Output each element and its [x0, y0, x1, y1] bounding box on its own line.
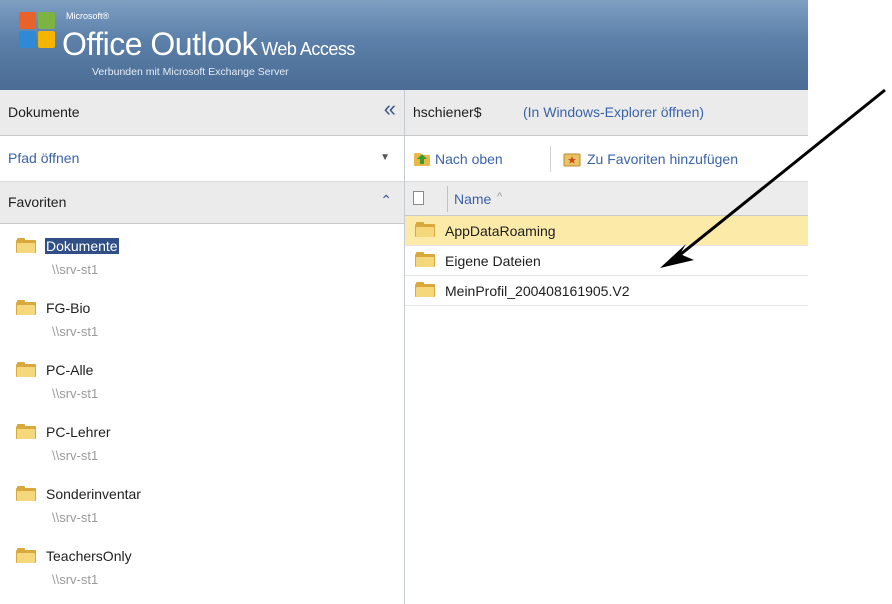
- favorites-header: Favoriten ⌃: [0, 182, 404, 224]
- content-pane: hschiener$ (In Windows-Explorer öffnen) …: [405, 90, 808, 604]
- file-row[interactable]: MeinProfil_200408161905.V2: [405, 276, 808, 306]
- favorite-name[interactable]: FG-Bio: [45, 300, 91, 316]
- folder-icon: [16, 362, 36, 377]
- favorite-item-sonderinventar[interactable]: Sonderinventar \\srv-st1: [0, 472, 404, 534]
- favorites-title: Favoriten: [8, 194, 67, 210]
- open-path-link[interactable]: Pfad öffnen: [8, 150, 79, 166]
- favorite-server: \\srv-st1: [52, 324, 99, 339]
- current-path: hschiener$: [413, 104, 482, 120]
- favorite-server: \\srv-st1: [52, 448, 99, 463]
- toolbar-separator: [550, 146, 551, 172]
- favorite-server: \\srv-st1: [52, 262, 99, 277]
- folder-icon: [16, 300, 36, 315]
- favorite-name[interactable]: Dokumente: [45, 238, 119, 254]
- favorite-server: \\srv-st1: [52, 572, 99, 587]
- favorite-name[interactable]: PC-Alle: [45, 362, 94, 378]
- up-label[interactable]: Nach oben: [435, 151, 503, 167]
- path-header: hschiener$ (In Windows-Explorer öffnen): [405, 90, 808, 136]
- column-header: Name ^: [405, 182, 808, 216]
- file-name[interactable]: MeinProfil_200408161905.V2: [445, 283, 629, 299]
- folder-icon: [16, 486, 36, 501]
- up-button[interactable]: Nach oben: [413, 148, 503, 170]
- header-banner: Microsoft® Office Outlook Web Access Verb…: [0, 0, 808, 90]
- product-title: Office Outlook Web Access: [62, 26, 355, 63]
- sort-ascending-icon[interactable]: ^: [497, 191, 502, 203]
- documents-header: Dokumente «: [0, 90, 404, 136]
- favorite-name[interactable]: TeachersOnly: [45, 548, 133, 564]
- favorite-item-pc-lehrer[interactable]: PC-Lehrer \\srv-st1: [0, 410, 404, 472]
- collapse-pane-icon[interactable]: «: [384, 98, 396, 120]
- favorites-list: Dokumente \\srv-st1 FG-Bio \\srv-st1 PC-…: [0, 224, 404, 596]
- office-logo-icon: [19, 12, 57, 50]
- add-to-favorites-button[interactable]: Zu Favoriten hinzufügen: [563, 148, 738, 170]
- favorite-name[interactable]: Sonderinventar: [45, 486, 142, 502]
- document-icon: [413, 191, 424, 205]
- column-separator: [447, 186, 448, 212]
- favorite-name[interactable]: PC-Lehrer: [45, 424, 112, 440]
- favorite-item-fg-bio[interactable]: FG-Bio \\srv-st1: [0, 286, 404, 348]
- favorite-server: \\srv-st1: [52, 386, 99, 401]
- connection-status: Verbunden mit Microsoft Exchange Server: [92, 66, 289, 78]
- favorite-item-teachersonly[interactable]: TeachersOnly \\srv-st1: [0, 534, 404, 596]
- toolbar: Nach oben Zu Favoriten hinzufügen: [405, 136, 808, 182]
- microsoft-label: Microsoft®: [66, 11, 110, 21]
- folder-icon: [415, 222, 435, 237]
- file-name[interactable]: Eigene Dateien: [445, 253, 541, 269]
- favorite-star-icon: [563, 151, 581, 167]
- add-to-favorites-label[interactable]: Zu Favoriten hinzufügen: [587, 151, 738, 167]
- product-suffix: Web Access: [261, 39, 355, 59]
- folder-icon: [16, 548, 36, 563]
- open-path-row[interactable]: Pfad öffnen ▼: [0, 136, 404, 182]
- documents-title: Dokumente: [8, 104, 80, 120]
- favorite-item-dokumente[interactable]: Dokumente \\srv-st1: [0, 224, 404, 286]
- chevron-down-icon[interactable]: ▼: [380, 152, 390, 163]
- file-row[interactable]: AppDataRoaming: [405, 216, 808, 246]
- navigation-pane: Dokumente « Pfad öffnen ▼ Favoriten ⌃ Do…: [0, 90, 405, 604]
- folder-icon: [16, 424, 36, 439]
- product-name: Office Outlook: [62, 26, 258, 62]
- folder-up-icon: [413, 151, 431, 167]
- open-in-explorer-link[interactable]: (In Windows-Explorer öffnen): [523, 104, 704, 120]
- folder-icon: [415, 282, 435, 297]
- collapse-favorites-icon[interactable]: ⌃: [380, 192, 392, 209]
- favorite-server: \\srv-st1: [52, 510, 99, 525]
- file-row[interactable]: Eigene Dateien: [405, 246, 808, 276]
- favorite-item-pc-alle[interactable]: PC-Alle \\srv-st1: [0, 348, 404, 410]
- file-name[interactable]: AppDataRoaming: [445, 223, 556, 239]
- folder-icon: [16, 238, 36, 253]
- name-column-header[interactable]: Name: [454, 191, 491, 207]
- folder-icon: [415, 252, 435, 267]
- file-list: AppDataRoaming Eigene Dateien MeinProfil…: [405, 216, 808, 306]
